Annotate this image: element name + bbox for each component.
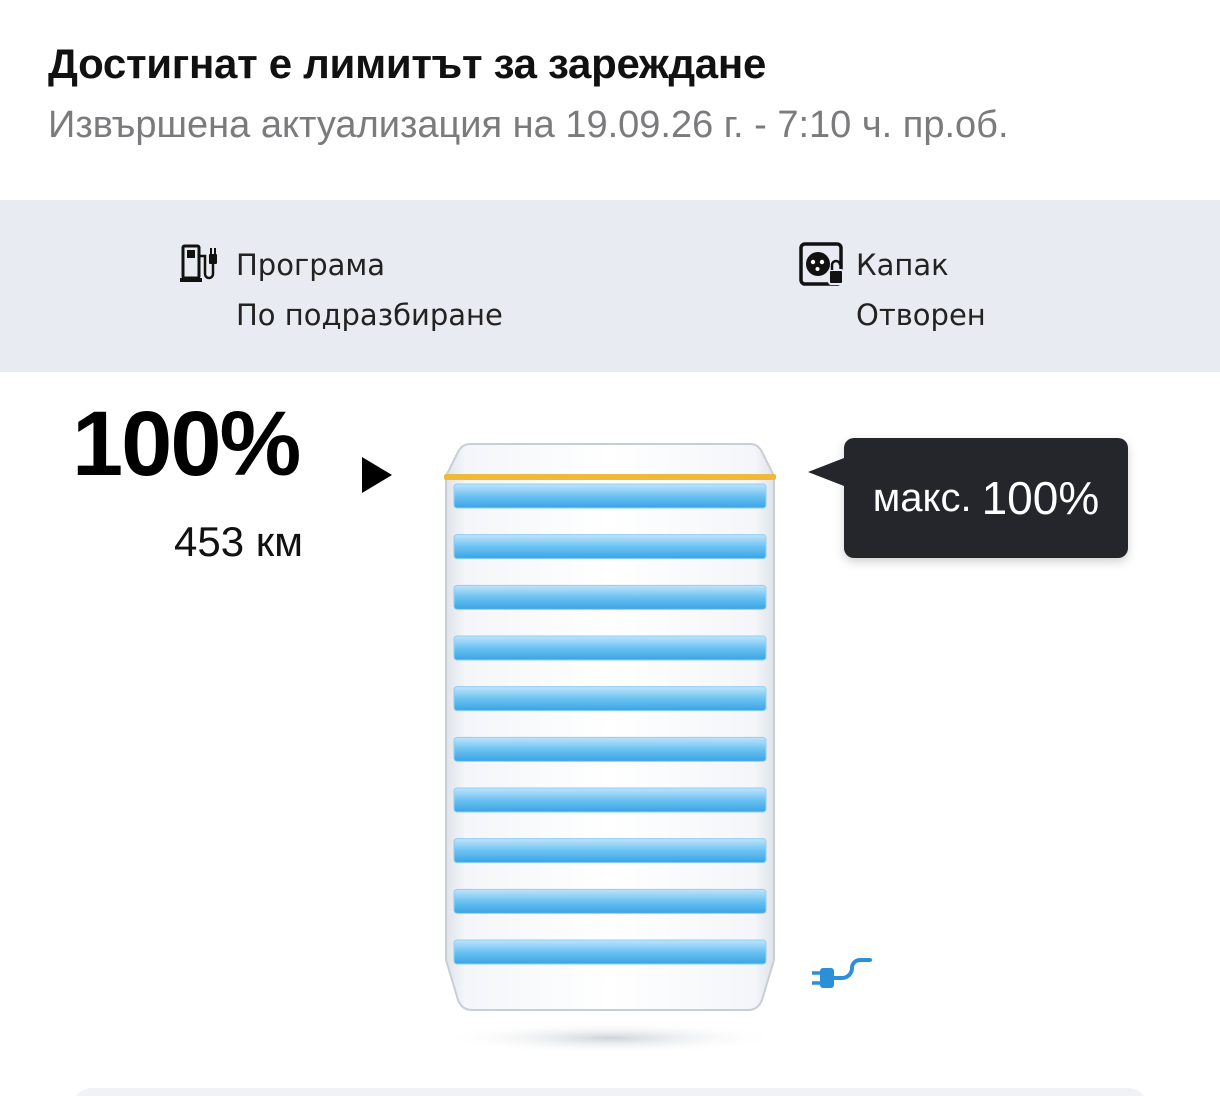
charging-program-label: Програма (236, 248, 386, 282)
charging-program-item[interactable]: Програма По подразбиране (178, 240, 503, 340)
battery-graphic (440, 443, 780, 1054)
plug-connected-icon (812, 958, 872, 988)
bottom-card (72, 1088, 1148, 1096)
battery-segment (453, 736, 767, 762)
charge-limit-value: 100% (981, 472, 1100, 524)
charging-program-value: По подразбиране (236, 298, 503, 332)
header: Достигнат е лимитът за зареждане Извърше… (48, 40, 1200, 147)
battery-segment (453, 686, 767, 712)
soc-pointer-icon (362, 457, 392, 493)
page-title: Достигнат е лимитът за зареждане (48, 40, 766, 87)
charging-flap-unlocked-icon (799, 242, 844, 286)
battery-segment (453, 838, 767, 864)
charging-info-band: Програма По подразбиране Капак Отворен (0, 200, 1220, 372)
battery-segment (453, 483, 767, 509)
charging-station-icon (180, 244, 217, 282)
battery-segment (453, 787, 767, 813)
last-update-text: Извършена актуализация на 19.09.26 г. - … (48, 104, 1009, 146)
charging-screen: Достигнат е лимитът за зареждане Извърше… (0, 0, 1220, 1096)
charge-limit-line (444, 474, 776, 480)
charging-flap-value: Отворен (856, 298, 986, 332)
battery-segment (453, 888, 767, 914)
charging-flap-label: Капак (856, 248, 949, 282)
charging-flap-item[interactable]: Капак Отворен (798, 240, 986, 340)
battery-segment (453, 534, 767, 560)
charge-limit-label: макс. (872, 475, 972, 520)
state-of-charge-percent: 100% (72, 393, 301, 495)
battery-segment (453, 939, 767, 965)
battery-segment (453, 635, 767, 661)
electric-range: 453 км (174, 518, 303, 565)
charge-limit-tooltip[interactable]: макс. 100% (808, 438, 1128, 558)
battery-segment (453, 584, 767, 610)
